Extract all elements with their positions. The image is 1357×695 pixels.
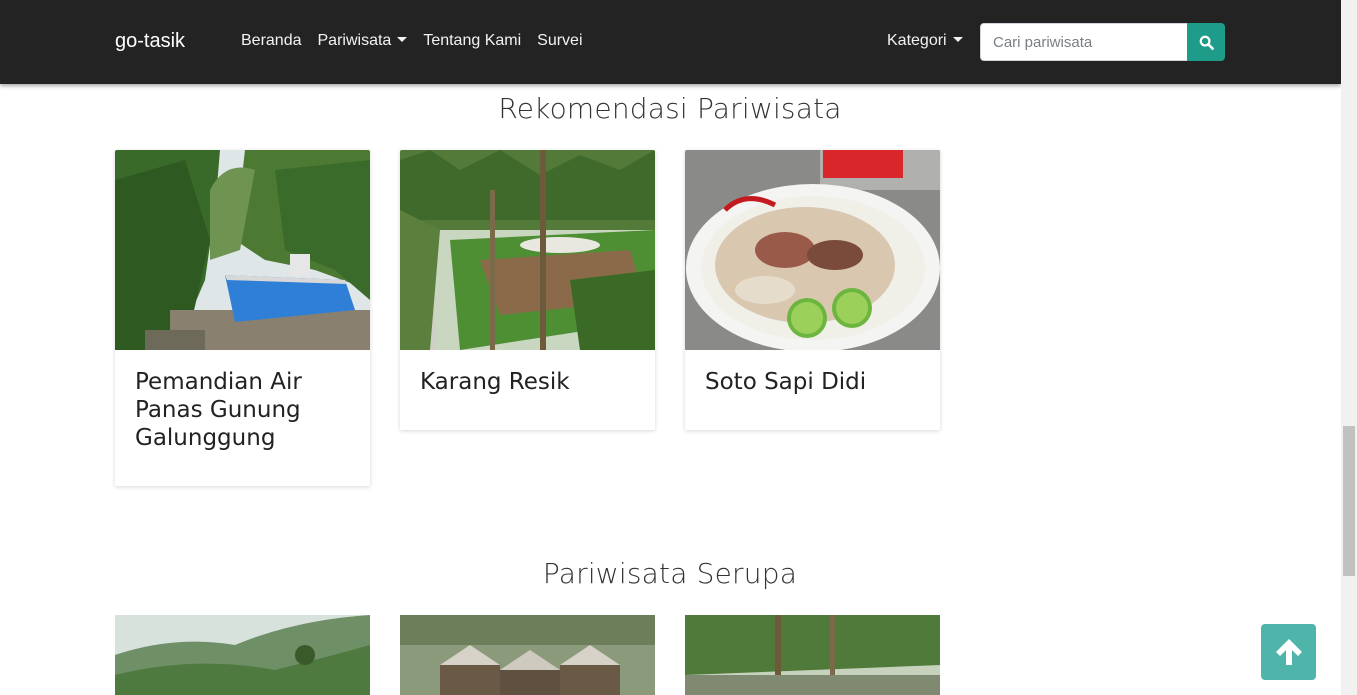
scrollbar-thumb[interactable] — [1343, 426, 1355, 576]
back-to-top-button[interactable] — [1261, 624, 1316, 680]
caret-down-icon — [952, 37, 963, 42]
kategori-dropdown[interactable]: Kategori — [887, 32, 963, 50]
section-title-rekomendasi: Rekomendasi Pariwisata — [498, 92, 842, 125]
page-scrollbar[interactable] — [1341, 0, 1357, 695]
caret-down-icon — [397, 37, 408, 42]
card-image — [115, 150, 370, 350]
search-form — [980, 23, 1225, 61]
arrow-up-icon — [1275, 639, 1302, 665]
card-image — [400, 150, 655, 350]
nav-link-tentang-kami[interactable]: Tentang Kami — [423, 32, 521, 50]
card-title: Karang Resik — [420, 369, 570, 395]
navbar: go-tasik Beranda Pariwisata Tentang Kami… — [0, 0, 1341, 84]
brand-logo[interactable]: go-tasik — [115, 30, 185, 53]
search-input[interactable] — [980, 23, 1187, 61]
card-karang-resik[interactable]: Karang Resik — [400, 150, 655, 430]
nav-links: Beranda Pariwisata Tentang Kami Survei — [241, 32, 599, 50]
section-title-serupa: Pariwisata Serupa — [542, 557, 798, 590]
nav-link-survei[interactable]: Survei — [537, 32, 582, 50]
card-title: Pemandian Air Panas Gunung Galunggung — [135, 369, 302, 451]
similar-card-image[interactable] — [115, 615, 370, 695]
page: go-tasik Beranda Pariwisata Tentang Kami… — [0, 0, 1341, 695]
search-icon — [1199, 35, 1214, 50]
nav-link-pariwisata[interactable]: Pariwisata — [318, 32, 408, 50]
card-pemandian[interactable]: Pemandian Air Panas Gunung Galunggung — [115, 150, 370, 486]
nav-link-beranda[interactable]: Beranda — [241, 32, 302, 50]
nav-link-pariwisata-label: Pariwisata — [317, 32, 392, 49]
similar-card-image[interactable] — [400, 615, 655, 695]
card-soto-sapi-didi[interactable]: Soto Sapi Didi — [685, 150, 940, 430]
card-title: Soto Sapi Didi — [705, 369, 867, 395]
search-button[interactable] — [1187, 23, 1225, 61]
card-image — [685, 150, 940, 350]
kategori-label: Kategori — [887, 32, 947, 49]
similar-card-image[interactable] — [685, 615, 940, 695]
